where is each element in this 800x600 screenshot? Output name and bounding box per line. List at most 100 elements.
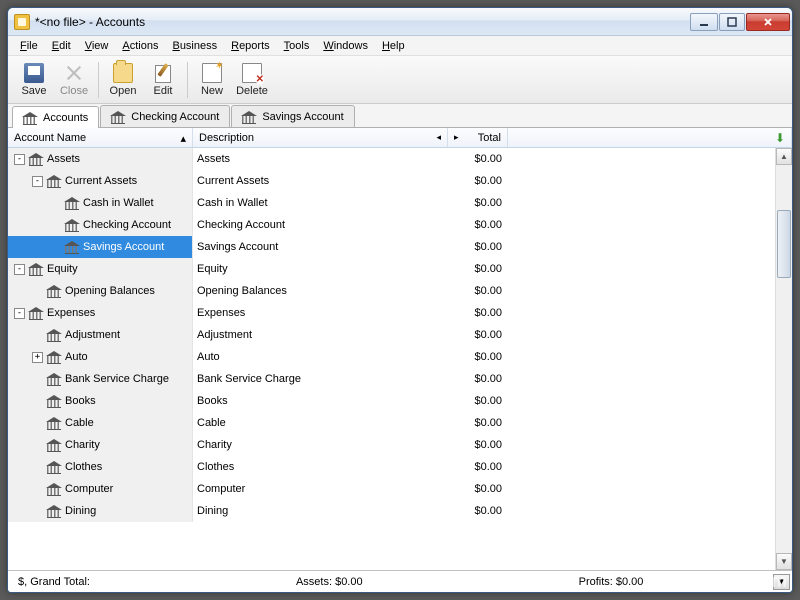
app-icon: [14, 14, 30, 30]
cell-account-name: Charity: [8, 434, 193, 456]
menu-help[interactable]: Help: [376, 38, 411, 54]
table-row[interactable]: Bank Service ChargeBank Service Charge$0…: [8, 368, 775, 390]
menu-windows[interactable]: Windows: [317, 38, 374, 54]
cell-description: Auto: [193, 351, 448, 363]
bank-icon: [47, 484, 61, 495]
menu-tools[interactable]: Tools: [278, 38, 316, 54]
cell-description: Equity: [193, 263, 448, 275]
cell-account-name: Bank Service Charge: [8, 368, 193, 390]
collapse-icon[interactable]: -: [14, 154, 25, 165]
tab-savings-account[interactable]: Savings Account: [231, 105, 354, 127]
menu-business[interactable]: Business: [166, 38, 223, 54]
tab-label: Savings Account: [262, 111, 343, 123]
close-icon: [64, 63, 84, 83]
table-row[interactable]: CableCable$0.00: [8, 412, 775, 434]
menu-view[interactable]: View: [79, 38, 115, 54]
column-spacer[interactable]: ⬇: [508, 128, 792, 147]
tab-checking-account[interactable]: Checking Account: [100, 105, 230, 127]
maximize-button[interactable]: [719, 13, 745, 31]
column-account-name[interactable]: Account Name ▴: [8, 128, 193, 147]
cell-description: Savings Account: [193, 241, 448, 253]
status-grand-total: $, Grand Total:: [10, 576, 98, 588]
expander-none: [32, 440, 43, 451]
titlebar[interactable]: *<no file> - Accounts: [8, 8, 792, 36]
minimize-button[interactable]: [690, 13, 718, 31]
edit-button[interactable]: Edit: [143, 59, 183, 101]
menu-actions[interactable]: Actions: [116, 38, 164, 54]
bank-icon: [29, 154, 43, 165]
save-button[interactable]: Save: [14, 59, 54, 101]
cell-total: $0.00: [448, 153, 508, 165]
cell-account-name: +Auto: [8, 346, 193, 368]
table-row[interactable]: Cash in WalletCash in Wallet$0.00: [8, 192, 775, 214]
menu-reports[interactable]: Reports: [225, 38, 276, 54]
bank-icon: [47, 374, 61, 385]
scroll-track[interactable]: [776, 165, 792, 553]
cell-account-name: Opening Balances: [8, 280, 193, 302]
table-row[interactable]: +AutoAuto$0.00: [8, 346, 775, 368]
table-row[interactable]: AdjustmentAdjustment$0.00: [8, 324, 775, 346]
column-headers: Account Name ▴ Description ◂ ▸ Total ⬇: [8, 128, 792, 148]
expander-none: [50, 242, 61, 253]
tab-label: Checking Account: [131, 111, 219, 123]
expander-none: [32, 462, 43, 473]
bank-icon: [23, 113, 35, 123]
arrow-down-icon[interactable]: ⬇: [775, 131, 785, 145]
bank-icon: [47, 352, 61, 363]
accounts-tree-area: -AssetsAssets$0.00-Current AssetsCurrent…: [8, 148, 792, 570]
table-row[interactable]: Savings AccountSavings Account$0.00: [8, 236, 775, 258]
close-window-button[interactable]: [746, 13, 790, 31]
table-row[interactable]: BooksBooks$0.00: [8, 390, 775, 412]
status-profits: Profits: $0.00: [571, 576, 652, 588]
table-row[interactable]: -Current AssetsCurrent Assets$0.00: [8, 170, 775, 192]
table-row[interactable]: ClothesClothes$0.00: [8, 456, 775, 478]
new-button[interactable]: New: [192, 59, 232, 101]
delete-button[interactable]: Delete: [232, 59, 272, 101]
table-row[interactable]: -AssetsAssets$0.00: [8, 148, 775, 170]
collapse-icon[interactable]: -: [32, 176, 43, 187]
collapse-icon[interactable]: -: [14, 308, 25, 319]
cell-total: $0.00: [448, 307, 508, 319]
cell-total: $0.00: [448, 395, 508, 407]
column-total[interactable]: ▸ Total: [448, 128, 508, 147]
cell-total: $0.00: [448, 175, 508, 187]
open-icon: [113, 63, 133, 83]
table-row[interactable]: Checking AccountChecking Account$0.00: [8, 214, 775, 236]
table-row[interactable]: DiningDining$0.00: [8, 500, 775, 522]
window-controls: [690, 13, 790, 31]
close-button: Close: [54, 59, 94, 101]
delete-icon: [242, 63, 262, 83]
bank-icon: [65, 220, 79, 231]
scroll-down-button[interactable]: ▼: [776, 553, 792, 570]
table-row[interactable]: Opening BalancesOpening Balances$0.00: [8, 280, 775, 302]
expand-icon[interactable]: +: [32, 352, 43, 363]
bank-icon: [47, 440, 61, 451]
cell-account-name: -Current Assets: [8, 170, 193, 192]
open-button[interactable]: Open: [103, 59, 143, 101]
collapse-icon[interactable]: -: [14, 264, 25, 275]
table-row[interactable]: -EquityEquity$0.00: [8, 258, 775, 280]
account-name-text: Checking Account: [83, 219, 171, 231]
bank-icon: [47, 396, 61, 407]
cell-description: Expenses: [193, 307, 448, 319]
accounts-tree[interactable]: -AssetsAssets$0.00-Current AssetsCurrent…: [8, 148, 775, 570]
app-window: *<no file> - Accounts FileEditViewAction…: [7, 7, 793, 593]
bank-icon: [29, 264, 43, 275]
table-row[interactable]: CharityCharity$0.00: [8, 434, 775, 456]
bank-icon: [29, 308, 43, 319]
cell-total: $0.00: [448, 373, 508, 385]
scroll-thumb[interactable]: [777, 210, 791, 278]
menu-file[interactable]: File: [14, 38, 44, 54]
scroll-up-button[interactable]: ▲: [776, 148, 792, 165]
tab-accounts[interactable]: Accounts: [12, 106, 99, 128]
cell-total: $0.00: [448, 329, 508, 341]
column-description[interactable]: Description ◂: [193, 128, 448, 147]
vertical-scrollbar[interactable]: ▲ ▼: [775, 148, 792, 570]
bank-icon: [111, 112, 123, 122]
table-row[interactable]: -ExpensesExpenses$0.00: [8, 302, 775, 324]
bank-icon: [242, 112, 254, 122]
account-name-text: Cash in Wallet: [83, 197, 154, 209]
menu-edit[interactable]: Edit: [46, 38, 77, 54]
table-row[interactable]: ComputerComputer$0.00: [8, 478, 775, 500]
bank-icon: [65, 242, 79, 253]
